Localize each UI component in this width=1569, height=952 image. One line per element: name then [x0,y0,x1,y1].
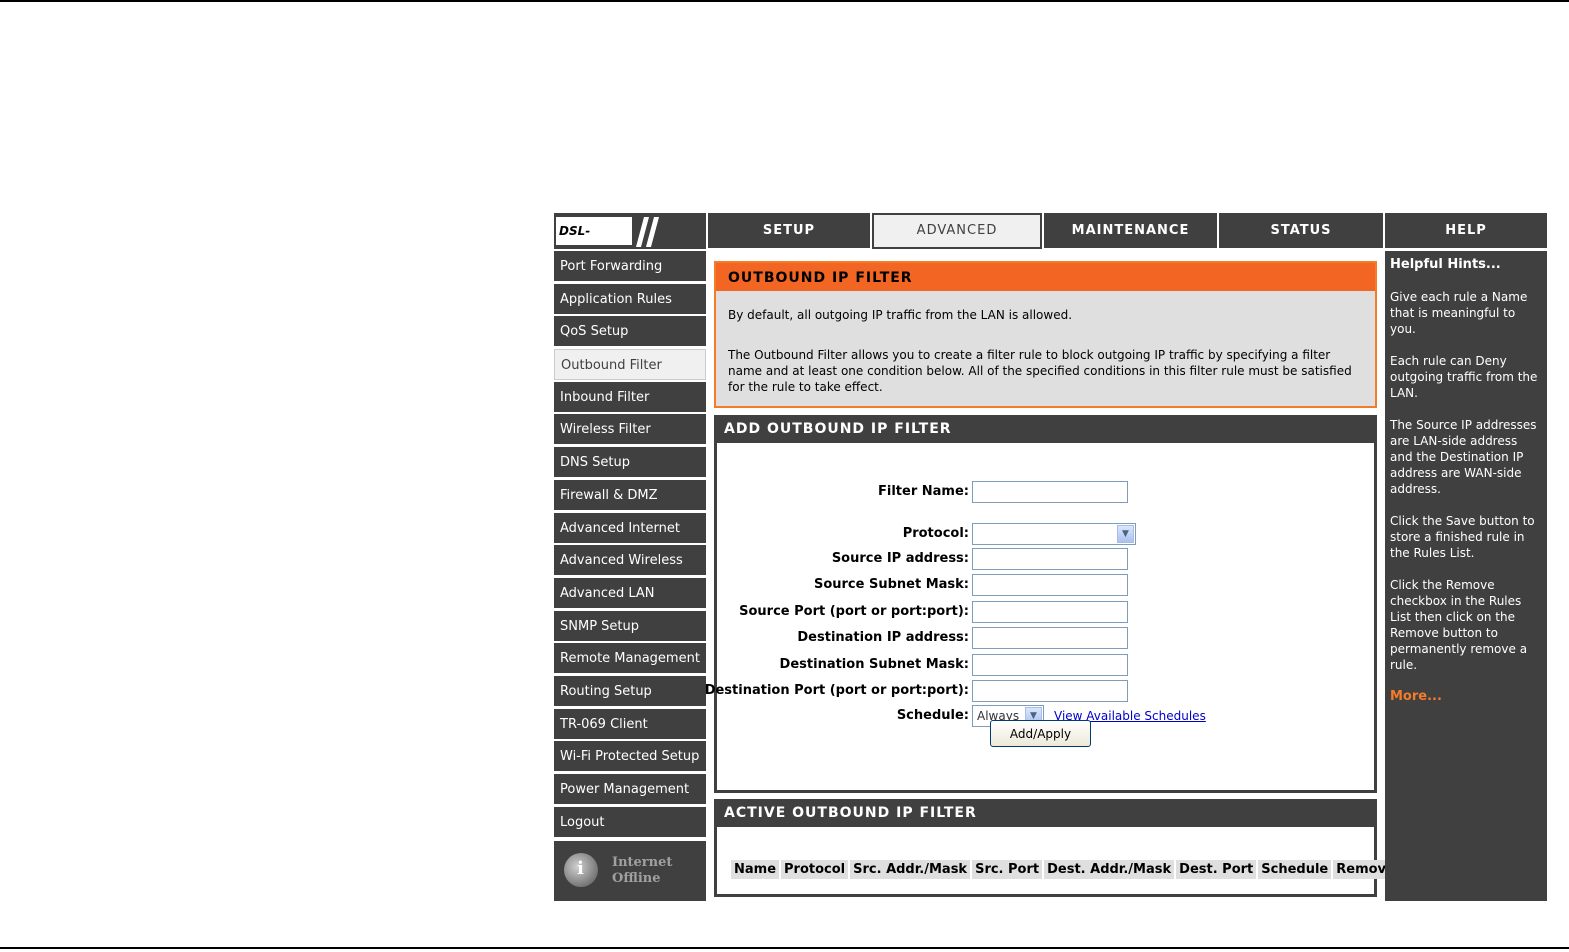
column-header-dest-addr: Dest. Addr./Mask [1044,860,1175,879]
router-admin-window: DSL-2740B SETUP ADVANCED MAINTENANCE STA… [554,213,1547,901]
add-filter-panel: ADD OUTBOUND IP FILTER Filter Name: Prot… [705,415,1377,793]
destination-port-label: Destination Port (port or port:port): [704,683,969,698]
help-panel: Helpful Hints... Give each rule a Name t… [1385,251,1547,901]
sidebar-item-firewall-dmz[interactable]: Firewall & DMZ [554,479,706,511]
help-title: Helpful Hints... [1390,257,1501,272]
source-ip-label: Source IP address: [831,551,969,566]
source-ip-input[interactable] [972,548,1128,570]
sidebar-item-port-forwarding[interactable]: Port Forwarding [554,251,706,282]
source-mask-label: Source Subnet Mask: [813,577,969,592]
internet-status-text: Internet Offline [612,855,672,887]
internet-status: i Internet Offline [554,841,706,901]
sidebar-item-qos-setup[interactable]: QoS Setup [554,316,706,348]
status-line-2: Offline [612,871,661,886]
schedule-label: Schedule: [896,708,969,723]
help-hint-deny: Each rule can Deny outgoing traffic from… [1390,354,1538,400]
table-header-row: Name Protocol Src. Addr./Mask Src. Port … [731,860,1398,879]
sidebar-item-logout[interactable]: Logout [554,806,706,838]
sidebar-item-wireless-filter[interactable]: Wireless Filter [554,414,706,446]
destination-mask-row: Destination Subnet Mask: [717,654,1374,676]
destination-ip-input[interactable] [972,627,1128,649]
destination-port-row: Destination Port (port or port:port): [705,680,1374,702]
sidebar-item-routing-setup[interactable]: Routing Setup [554,675,706,707]
source-port-label: Source Port (port or port:port): [739,604,969,619]
help-hint-name: Give each rule a Name that is meaningful… [1390,290,1528,336]
intro-text-description: The Outbound Filter allows you to create… [728,348,1352,394]
sidebar-item-outbound-filter[interactable]: Outbound Filter [554,349,706,381]
column-header-src-port: Src. Port [972,860,1043,879]
sidebar-item-inbound-filter[interactable]: Inbound Filter [554,381,706,413]
logo-slash-icon [645,217,660,247]
protocol-row: Protocol: ▼ [717,523,1374,545]
tab-status[interactable]: STATUS [1219,213,1383,249]
help-more-link[interactable]: More... [1390,689,1542,705]
sidebar-item-advanced-wireless[interactable]: Advanced Wireless [554,545,706,577]
globe-info-icon: i [564,853,598,887]
help-hint-remove: Click the Remove checkbox in the Rules L… [1390,578,1528,672]
source-mask-input[interactable] [972,574,1128,596]
sidebar-item-advanced-internet[interactable]: Advanced Internet [554,512,706,544]
destination-port-input[interactable] [972,680,1128,702]
page-top-rule [0,0,1569,2]
model-name: DSL-2740B [556,217,632,266]
source-port-input[interactable] [972,601,1128,623]
add-filter-title: ADD OUTBOUND IP FILTER [714,415,1377,443]
rules-table: Name Protocol Src. Addr./Mask Src. Port … [729,858,1400,881]
sidebar-item-dns-setup[interactable]: DNS Setup [554,447,706,479]
protocol-label: Protocol: [902,526,969,541]
column-header-src-addr: Src. Addr./Mask [850,860,971,879]
filter-name-label: Filter Name: [878,484,969,499]
sidebar-item-wifi-protected-setup[interactable]: Wi-Fi Protected Setup [554,741,706,773]
sidebar-item-remote-management[interactable]: Remote Management [554,643,706,675]
column-header-dest-port: Dest. Port [1176,860,1257,879]
intro-panel: OUTBOUND IP FILTER By default, all outgo… [714,261,1377,408]
tab-maintenance[interactable]: MAINTENANCE [1044,213,1217,249]
protocol-select[interactable]: ▼ [972,523,1136,545]
tab-advanced[interactable]: ADVANCED [872,213,1042,249]
help-hint-save: Click the Save button to store a finishe… [1390,514,1535,560]
intro-text-default: By default, all outgoing IP traffic from… [728,308,1073,322]
source-ip-row: Source IP address: [717,548,1374,570]
status-line-1: Internet [612,855,673,870]
dlink-logo: DSL-2740B [554,213,706,266]
tab-setup[interactable]: SETUP [708,213,870,249]
intro-title: OUTBOUND IP FILTER [716,263,1375,291]
destination-mask-label: Destination Subnet Mask: [779,657,969,672]
filter-name-input[interactable] [972,481,1128,503]
destination-ip-row: Destination IP address: [717,627,1374,649]
sidebar-item-application-rules[interactable]: Application Rules [554,283,706,315]
column-header-name: Name [731,860,780,879]
sidebar-item-tr069-client[interactable]: TR-069 Client [554,708,706,740]
sidebar-item-power-management[interactable]: Power Management [554,774,706,805]
sidebar-menu: Port Forwarding Application Rules QoS Se… [554,251,706,839]
active-filter-title: ACTIVE OUTBOUND IP FILTER [714,799,1377,827]
column-header-schedule: Schedule [1258,860,1332,879]
page-bottom-rule [0,947,1569,949]
source-port-row: Source Port (port or port:port): [717,601,1374,623]
sidebar-item-snmp-setup[interactable]: SNMP Setup [554,610,706,642]
source-mask-row: Source Subnet Mask: [717,574,1374,596]
column-header-protocol: Protocol [781,860,849,879]
tab-help[interactable]: HELP [1385,213,1547,249]
sidebar-item-advanced-lan[interactable]: Advanced LAN [554,577,706,609]
destination-ip-label: Destination IP address: [797,630,969,645]
filter-name-row: Filter Name: [717,481,1374,503]
destination-mask-input[interactable] [972,654,1128,676]
chevron-down-icon[interactable]: ▼ [1117,525,1134,543]
add-apply-button[interactable]: Add/Apply [990,720,1091,747]
help-hint-addresses: The Source IP addresses are LAN-side add… [1390,418,1537,496]
active-filter-panel: ACTIVE OUTBOUND IP FILTER Name Protocol … [714,799,1398,897]
